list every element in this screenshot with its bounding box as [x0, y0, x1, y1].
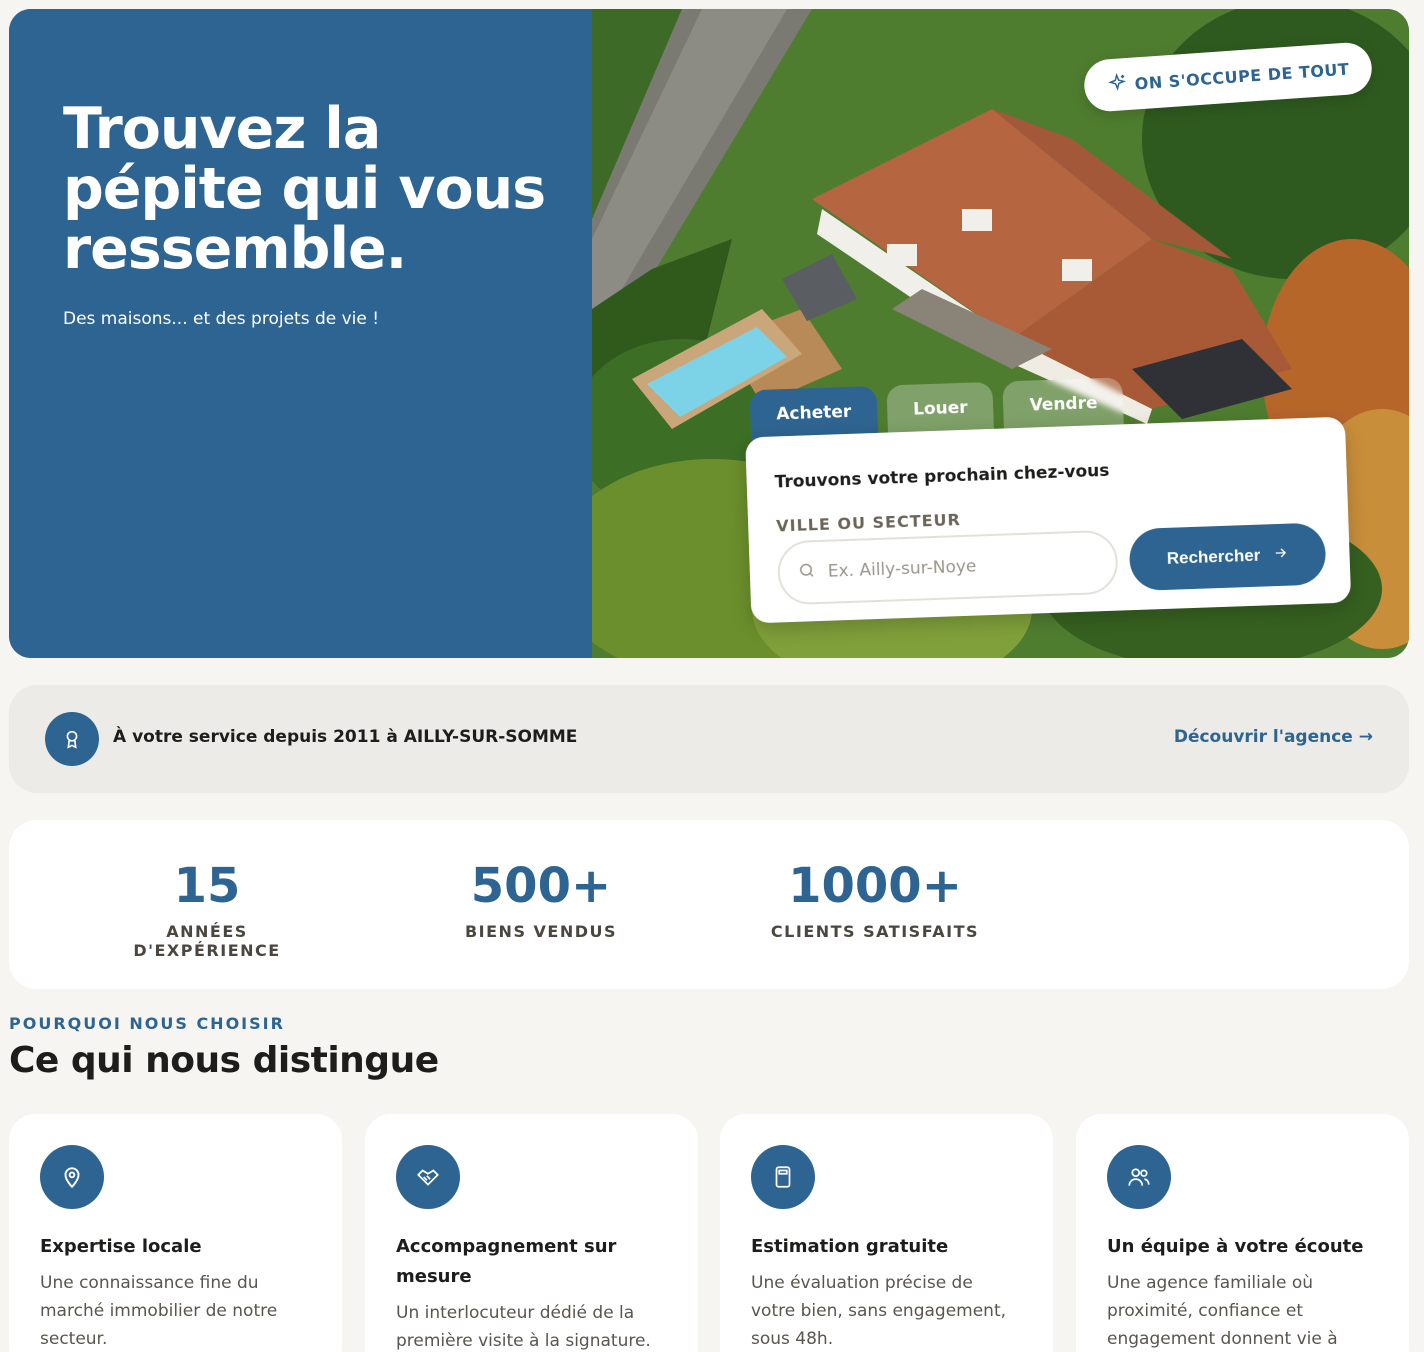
stat-value: 1000+: [788, 858, 962, 914]
search-input[interactable]: [827, 552, 1089, 582]
feature-card-equipe: Un équipe à votre écoute Une agence fami…: [1076, 1114, 1409, 1352]
section-kicker: POURQUOI NOUS CHOISIR: [9, 1014, 285, 1033]
card-title: Estimation gratuite: [751, 1236, 949, 1257]
stat-clients: 1000+ CLIENTS SATISFAITS: [765, 860, 985, 941]
card-text: Une agence familiale où proximité, confi…: [1107, 1273, 1338, 1349]
award-icon: [45, 712, 99, 766]
page: Trouvez la pépite qui vous ressemble. De…: [0, 0, 1424, 1352]
stat-years: 15 ANNÉES D'EXPÉRIENCE: [99, 860, 315, 960]
search-button[interactable]: Rechercher: [1128, 522, 1327, 592]
calculator-icon: [751, 1145, 815, 1209]
section-title: Ce qui nous distingue: [9, 1040, 439, 1081]
card-text: Une connaissance fine du marché immobili…: [40, 1273, 278, 1349]
search-button-label: Rechercher: [1166, 545, 1261, 568]
stat-value: 500+: [470, 858, 612, 914]
card-text: Un interlocuteur dédié de la première vi…: [396, 1303, 651, 1351]
search-heading: Trouvons votre prochain chez-vous: [774, 460, 1110, 493]
card-text: Une évaluation précise de votre bien, sa…: [751, 1273, 1007, 1349]
stat-label: BIENS VENDUS: [464, 922, 618, 941]
card-title: Expertise locale: [40, 1236, 202, 1257]
stat-label: ANNÉES D'EXPÉRIENCE: [133, 922, 281, 960]
hero-subtitle: Des maisons... et des projets de vie !: [63, 309, 380, 329]
tab-louer[interactable]: Louer: [886, 381, 995, 436]
search-widget: Acheter Louer Vendre Trouvons votre proc…: [743, 364, 1361, 635]
map-pin-icon: [40, 1145, 104, 1209]
card-title: Un équipe à votre écoute: [1107, 1236, 1364, 1257]
search-card: Trouvons votre prochain chez-vous VILLE …: [745, 416, 1352, 624]
stat-value: 15: [173, 858, 241, 914]
arrow-right-icon: [1272, 544, 1289, 566]
stat-label: CLIENTS SATISFAITS: [770, 922, 980, 941]
discover-agency-link[interactable]: Découvrir l'agence →: [1174, 727, 1373, 747]
sparkle-icon: [1106, 72, 1128, 97]
hero-panel: Trouvez la pépite qui vous ressemble. De…: [9, 9, 592, 658]
hero-title: Trouvez la pépite qui vous ressemble.: [63, 96, 546, 282]
tab-acheter[interactable]: Acheter: [749, 385, 879, 441]
stats-panel: 15 ANNÉES D'EXPÉRIENCE 500+ BIENS VENDUS…: [9, 820, 1409, 989]
feature-card-estimation: Estimation gratuite Une évaluation préci…: [720, 1114, 1053, 1352]
card-title: Accompagnement sur mesure: [396, 1236, 617, 1287]
service-strip: À votre service depuis 2011 à AILLY-SUR-…: [9, 685, 1409, 793]
users-icon: [1107, 1145, 1171, 1209]
handshake-icon: [396, 1145, 460, 1209]
stat-sold: 500+ BIENS VENDUS: [441, 860, 641, 941]
service-text: À votre service depuis 2011 à AILLY-SUR-…: [113, 727, 578, 747]
feature-card-expertise: Expertise locale Une connaissance fine d…: [9, 1114, 342, 1352]
tab-vendre[interactable]: Vendre: [1002, 377, 1125, 432]
badge-label: ON S'OCCUPE DE TOUT: [1134, 59, 1350, 93]
search-icon: [797, 561, 816, 584]
search-input-wrapper: [776, 529, 1119, 606]
search-field-label: VILLE OU SECTEUR: [775, 510, 962, 536]
feature-card-accompagnement: Accompagnement sur mesure Un interlocute…: [365, 1114, 698, 1352]
